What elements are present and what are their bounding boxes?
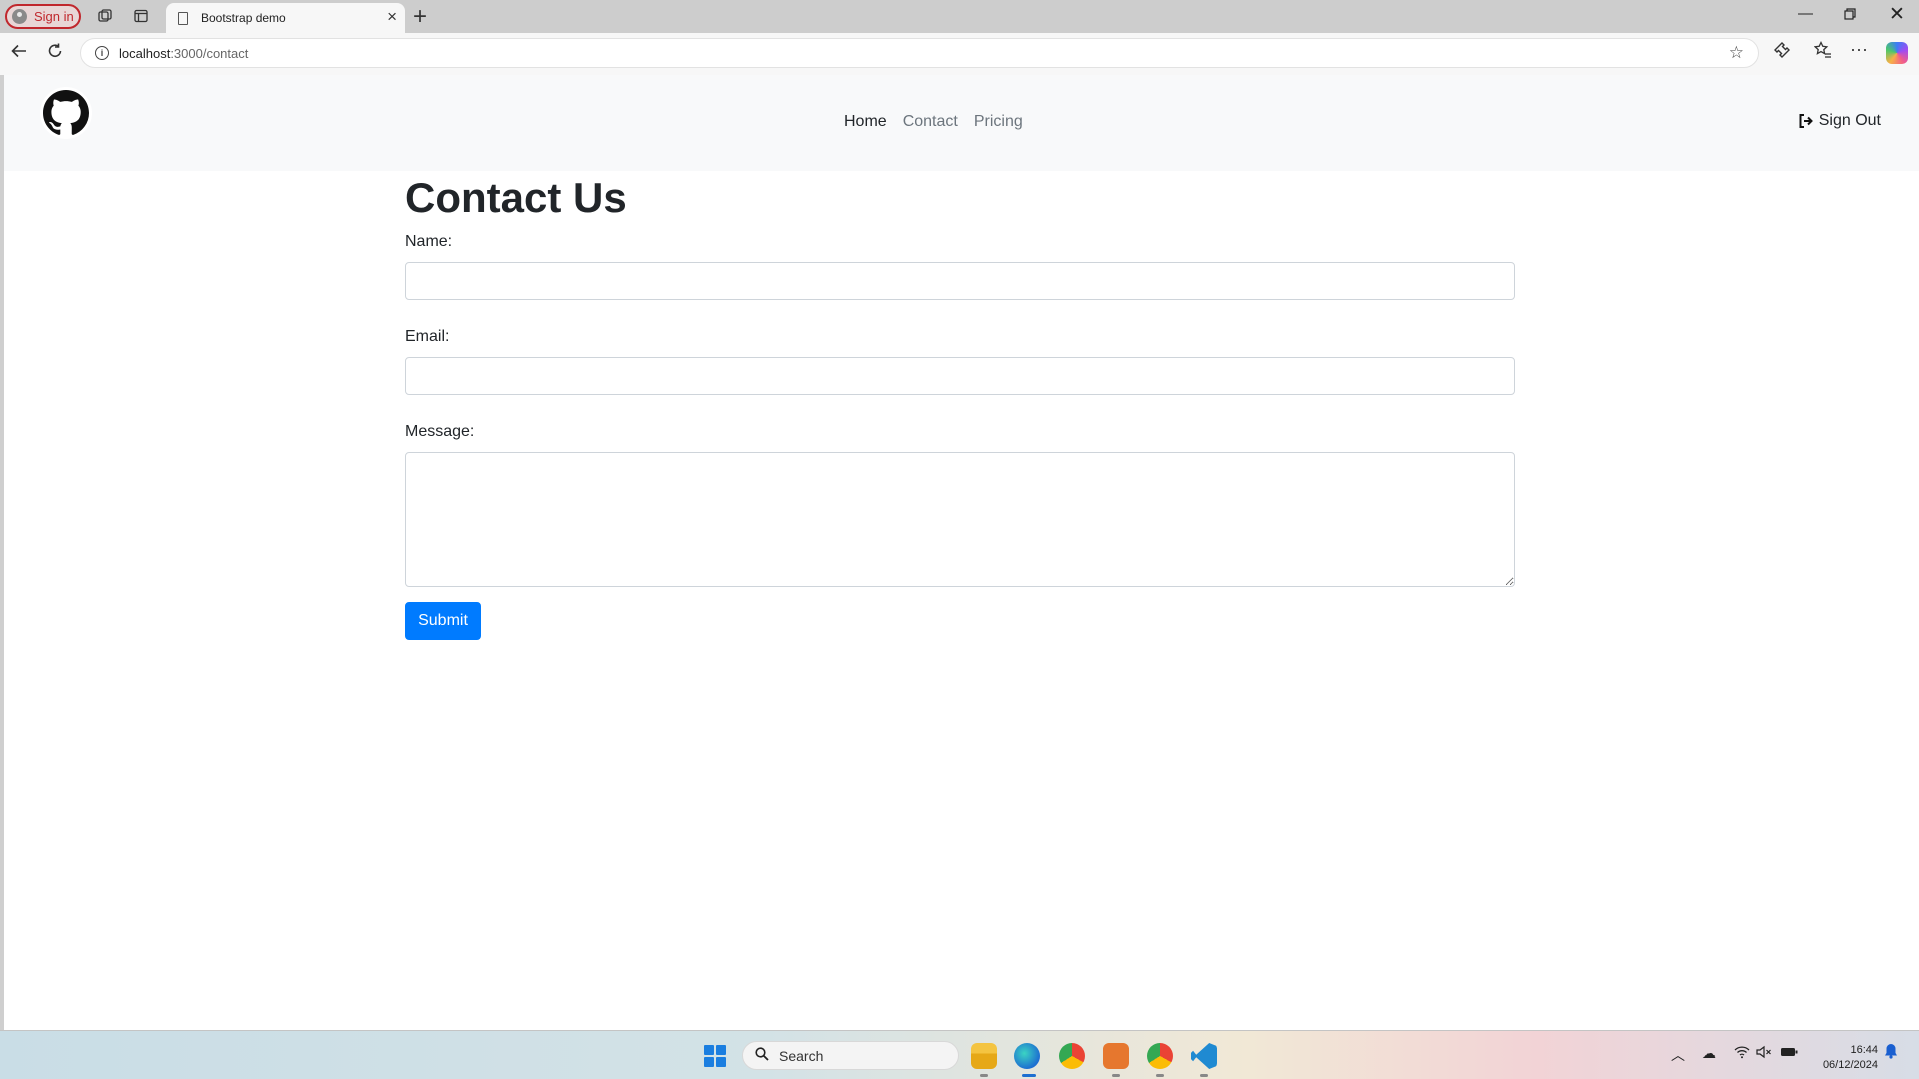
notifications-bell-icon[interactable] — [1884, 1043, 1898, 1063]
extensions-icon[interactable] — [1773, 41, 1791, 64]
vscode-indicator — [1200, 1074, 1208, 1077]
email-input[interactable] — [405, 357, 1515, 396]
favorite-star-icon[interactable]: ☆ — [1729, 43, 1744, 63]
minimize-icon[interactable]: — — [1798, 5, 1813, 22]
close-window-icon[interactable]: ✕ — [1889, 3, 1905, 26]
clock-date: 06/12/2024 — [1822, 1059, 1878, 1071]
reload-icon[interactable] — [46, 42, 64, 66]
message-group: Message: — [405, 423, 1515, 588]
active-tab[interactable]: Bootstrap demo × — [166, 3, 405, 33]
address-bar[interactable]: i localhost:3000/contact ☆ — [80, 38, 1759, 68]
wifi-icon[interactable] — [1734, 1045, 1750, 1062]
vscode-icon[interactable] — [1191, 1043, 1217, 1069]
nav-link-contact[interactable]: Contact — [903, 113, 958, 131]
nav-links: Home Contact Pricing — [844, 113, 1023, 131]
chrome-profile-icon[interactable] — [1147, 1043, 1173, 1069]
nav-link-home[interactable]: Home — [844, 113, 887, 131]
contact-form-container: Contact Us Name: Email: Message: Submit — [405, 171, 1515, 641]
profile-avatar-icon — [12, 9, 27, 24]
url-path: :3000/contact — [170, 45, 249, 61]
volume-muted-icon[interactable] — [1756, 1045, 1772, 1062]
submit-button[interactable]: Submit — [405, 602, 481, 641]
copilot-icon[interactable] — [1886, 42, 1908, 64]
taskbar-search[interactable]: Search — [742, 1041, 959, 1070]
taskbar-search-placeholder: Search — [779, 1047, 824, 1064]
tab-close-icon[interactable]: × — [387, 7, 397, 27]
edge-active-indicator — [1022, 1074, 1036, 1077]
profile-sign-in-label: Sign in — [34, 9, 74, 24]
chrome-icon[interactable] — [1059, 1043, 1085, 1069]
xampp-icon[interactable] — [1103, 1043, 1129, 1069]
battery-icon[interactable] — [1780, 1045, 1798, 1061]
back-icon[interactable] — [10, 42, 28, 66]
page-icon — [178, 11, 188, 25]
message-label: Message: — [405, 423, 475, 441]
github-logo-icon[interactable] — [40, 87, 92, 139]
windows-start-icon[interactable] — [704, 1045, 726, 1067]
tab-title: Bootstrap demo — [201, 11, 286, 25]
xampp-indicator — [1112, 1074, 1120, 1077]
chrome-profile-indicator — [1156, 1074, 1164, 1077]
profile-sign-in-button[interactable]: Sign in — [5, 4, 81, 29]
system-clock[interactable]: 16:44 06/12/2024 — [1810, 1043, 1878, 1073]
name-group: Name: — [405, 233, 1515, 301]
site-navbar: Home Contact Pricing Sign Out — [4, 75, 1919, 171]
sign-out-label: Sign Out — [1818, 112, 1881, 129]
nav-link-pricing[interactable]: Pricing — [974, 113, 1023, 131]
page-title: Contact Us — [405, 174, 627, 221]
file-explorer-indicator — [980, 1074, 988, 1077]
email-group: Email: — [405, 328, 1515, 396]
address-bar-row: i localhost:3000/contact ☆ ··· — [0, 33, 1919, 75]
search-icon — [755, 1046, 769, 1065]
browser-tab-strip: Sign in Bootstrap demo × + — ✕ — [0, 0, 1919, 33]
page-viewport: Home Contact Pricing Sign Out Contact Us… — [4, 75, 1919, 1030]
onedrive-icon[interactable]: ☁ — [1702, 1045, 1716, 1062]
show-hidden-icons-chevron-icon[interactable]: ︿ — [1671, 1045, 1685, 1065]
message-textarea[interactable] — [405, 452, 1515, 588]
new-tab-icon[interactable]: + — [413, 3, 427, 31]
taskbar: Search ︿ ☁ 16:44 06/12/2024 — [0, 1030, 1919, 1079]
more-options-icon[interactable]: ··· — [1850, 39, 1868, 60]
site-info-icon[interactable]: i — [95, 46, 109, 60]
name-label: Name: — [405, 233, 453, 251]
name-input[interactable] — [405, 262, 1515, 301]
url-host: localhost — [119, 45, 171, 61]
email-label: Email: — [405, 328, 450, 346]
vertical-tabs-icon[interactable] — [129, 4, 153, 28]
favorites-icon[interactable] — [1813, 40, 1832, 64]
edge-browser-icon[interactable] — [1014, 1043, 1040, 1069]
restore-icon[interactable] — [1844, 7, 1856, 24]
file-explorer-icon[interactable] — [971, 1043, 997, 1069]
sign-out-icon — [1799, 114, 1813, 128]
contact-form: Name: Email: Message: Submit — [405, 233, 1515, 641]
sign-out-button[interactable]: Sign Out — [1798, 112, 1881, 130]
clock-time: 16:44 — [1850, 1044, 1878, 1056]
workspaces-icon[interactable] — [93, 4, 117, 28]
